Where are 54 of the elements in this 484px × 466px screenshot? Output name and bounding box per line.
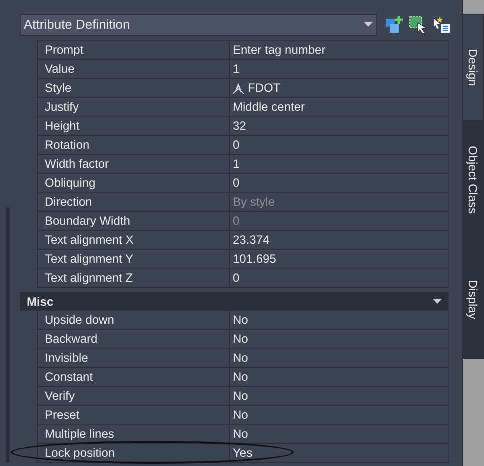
- property-value[interactable]: 32: [230, 117, 449, 135]
- side-tab[interactable]: Display: [463, 240, 484, 359]
- property-value[interactable]: 1: [230, 155, 449, 173]
- property-label: Text alignment Z: [38, 269, 230, 287]
- property-value[interactable]: No: [230, 368, 449, 386]
- caret-icon: [364, 22, 373, 28]
- property-value[interactable]: Enter tag number: [230, 41, 449, 59]
- property-label: Value: [38, 60, 230, 78]
- side-tab[interactable]: Object Class: [463, 121, 484, 240]
- property-label: Height: [38, 117, 230, 135]
- side-tab[interactable]: Design: [463, 14, 484, 121]
- property-label: Lock position: [38, 444, 230, 462]
- property-label: Preset: [38, 406, 230, 424]
- dropdown-value: Attribute Definition: [24, 16, 130, 34]
- property-value[interactable]: No: [230, 425, 449, 443]
- text-style-icon: [233, 82, 244, 94]
- property-value[interactable]: No: [230, 387, 449, 405]
- property-label: Verify: [38, 387, 230, 405]
- property-value[interactable]: 23.374: [230, 231, 449, 249]
- property-label: Justify: [38, 98, 230, 116]
- property-value[interactable]: Middle center: [230, 98, 449, 116]
- property-label: Invisible: [38, 349, 230, 367]
- category-header[interactable]: Misc: [20, 292, 449, 311]
- property-label: Obliquing: [38, 174, 230, 192]
- property-label: Rotation: [38, 136, 230, 154]
- property-value[interactable]: Yes: [230, 444, 449, 462]
- property-value[interactable]: No: [230, 311, 449, 329]
- property-label: Constant: [38, 368, 230, 386]
- property-label: Boundary Width: [38, 212, 230, 230]
- property-label: Multiple lines: [38, 425, 230, 443]
- property-value[interactable]: 0: [230, 136, 449, 154]
- property-value[interactable]: 101.695: [230, 250, 449, 268]
- quick-select-icon[interactable]: [433, 16, 451, 34]
- property-value[interactable]: No: [230, 406, 449, 424]
- style-value-field[interactable]: FDOT: [230, 79, 449, 97]
- property-value[interactable]: 1: [230, 60, 449, 78]
- property-label: Upside down: [38, 311, 230, 329]
- property-label: Prompt: [38, 41, 230, 59]
- style-name: FDOT: [248, 80, 281, 97]
- select-objects-icon[interactable]: [409, 16, 427, 34]
- object-type-dropdown[interactable]: Attribute Definition: [20, 14, 377, 36]
- property-label: Text alignment X: [38, 231, 230, 249]
- property-value[interactable]: 0: [230, 174, 449, 192]
- property-value[interactable]: 0: [230, 269, 449, 287]
- category-title: Misc: [27, 294, 54, 310]
- property-label: Width factor: [38, 155, 230, 173]
- property-label: Style: [38, 79, 230, 97]
- add-layers-icon[interactable]: [385, 16, 403, 34]
- collapse-caret-icon[interactable]: [433, 298, 442, 304]
- property-label: Direction: [38, 193, 230, 211]
- property-label: Backward: [38, 330, 230, 348]
- property-value[interactable]: No: [230, 330, 449, 348]
- property-value[interactable]: No: [230, 349, 449, 367]
- property-label: Text alignment Y: [38, 250, 230, 268]
